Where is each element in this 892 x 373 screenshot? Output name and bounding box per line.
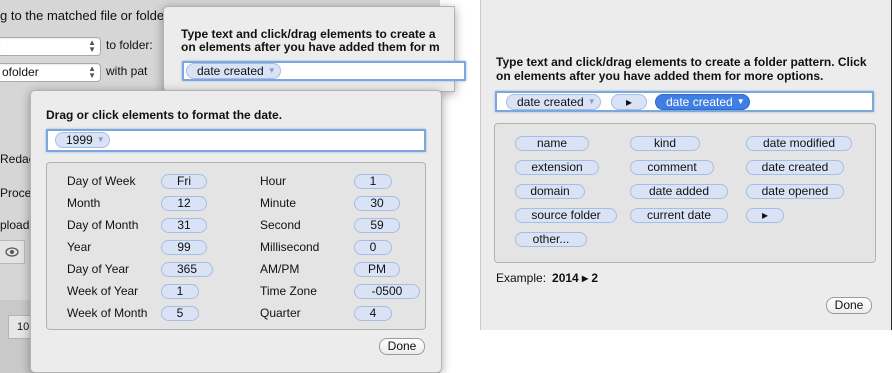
done-button[interactable]: Done — [826, 297, 872, 314]
chip-date-opened[interactable]: date opened — [746, 184, 844, 199]
chevron-down-icon: ▼ — [267, 66, 276, 75]
date-token-field[interactable]: 1999 ▼ — [46, 129, 426, 152]
token-label: 1999 — [66, 133, 93, 147]
popover-title-line1: Type text and click/drag elements to cre… — [181, 27, 436, 41]
chip-separator[interactable]: ▸ — [746, 208, 784, 223]
label-day-of-month: Day of Month — [67, 218, 139, 232]
label-week-of-month: Week of Month — [67, 306, 148, 320]
chip-second[interactable]: 59 — [354, 218, 400, 233]
chevron-down-icon: ▼ — [587, 97, 596, 106]
chip-date-created[interactable]: date created — [746, 160, 844, 175]
to-folder-label: to folder: — [106, 38, 153, 52]
chip-comment[interactable]: comment — [630, 160, 714, 175]
chip-quarter[interactable]: 4 — [354, 306, 392, 321]
example-label: Example: — [496, 271, 547, 285]
token-date-created-1[interactable]: date created ▼ — [506, 94, 601, 110]
label-millisecond: Millisecond — [260, 240, 320, 254]
token-label: date created — [517, 95, 584, 109]
chip-week-of-year[interactable]: 1 — [161, 284, 199, 299]
chip-source-folder[interactable]: source folder — [515, 208, 617, 223]
done-button[interactable]: Done — [379, 338, 425, 355]
preview-button[interactable] — [0, 240, 25, 264]
label-week-of-year: Week of Year — [67, 284, 139, 298]
chevron-down-icon: ▼ — [96, 135, 105, 144]
chip-day-of-year[interactable]: 365 — [161, 262, 213, 277]
chip-minute[interactable]: 30 — [354, 196, 400, 211]
chevron-down-icon: ▼ — [736, 97, 745, 106]
label-minute: Minute — [260, 196, 297, 210]
chip-time-zone[interactable]: -0500 — [354, 284, 420, 299]
popover-title-line2: on elements after you have added them fo… — [181, 40, 440, 54]
chip-week-of-month[interactable]: 5 — [161, 306, 199, 321]
label-quarter: Quarter — [260, 306, 301, 320]
chip-name[interactable]: name — [515, 136, 589, 151]
stepper-icon: ▲ ▼ — [88, 38, 96, 54]
chip-date-modified[interactable]: date modified — [746, 136, 852, 151]
example-line: Example: 2014 ▸ 2 — [496, 271, 598, 285]
folder-popover-title-line2: on elements after you have added them fo… — [496, 69, 824, 83]
token-date-created[interactable]: date created ▼ — [186, 63, 281, 79]
pattern-token-field[interactable]: date created ▼ — [182, 61, 466, 81]
chip-day-of-week[interactable]: Fri — [161, 174, 207, 189]
folder-combo-value: ofolder — [2, 65, 39, 79]
folder-pattern-token-field[interactable]: date created ▼ ▸ date created ▼ — [495, 91, 874, 112]
chip-domain[interactable]: domain — [515, 184, 585, 199]
chip-hour[interactable]: 1 — [354, 174, 392, 189]
chip-year[interactable]: 99 — [161, 240, 207, 255]
label-second: Second — [260, 218, 301, 232]
folder-popover-title-line1: Type text and click/drag elements to cre… — [496, 55, 867, 69]
chip-extension[interactable]: extension — [515, 160, 599, 175]
chip-kind[interactable]: kind — [630, 136, 700, 151]
action-combo-box[interactable]: ▲ ▼ — [0, 37, 101, 56]
example-value: 2014 ▸ 2 — [552, 271, 599, 285]
chip-month[interactable]: 12 — [161, 196, 207, 211]
chip-current-date[interactable]: current date — [630, 208, 728, 223]
side-label-upload: pload — [0, 218, 30, 232]
token-label: date created — [197, 64, 264, 78]
date-format-popover: Drag or click elements to format the dat… — [30, 90, 442, 373]
stepper-icon: ▲ ▼ — [88, 64, 96, 80]
token-label: date created — [666, 95, 733, 109]
chip-date-added[interactable]: date added — [630, 184, 728, 199]
date-elements-panel: Day of Week Fri Month 12 Day of Month 31… — [46, 162, 426, 330]
folder-elements-panel: name kind date modified extension commen… — [494, 123, 876, 263]
token-year[interactable]: 1999 ▼ — [55, 132, 110, 148]
chip-other[interactable]: other... — [515, 232, 587, 247]
label-month: Month — [67, 196, 101, 210]
label-day-of-year: Day of Year — [67, 262, 130, 276]
label-time-zone: Time Zone — [260, 284, 317, 298]
rule-description-text: g to the matched file or folder — [0, 8, 169, 23]
chip-am-pm[interactable]: PM — [354, 262, 400, 277]
token-separator[interactable]: ▸ — [611, 94, 647, 110]
triangle-right-icon: ▸ — [625, 95, 633, 109]
with-pattern-label: with pat — [106, 64, 148, 78]
date-popover-title: Drag or click elements to format the dat… — [46, 108, 283, 122]
label-hour: Hour — [260, 174, 287, 188]
label-year: Year — [67, 240, 92, 254]
folder-pattern-popover: Type text and click/drag elements to cre… — [480, 0, 892, 330]
chip-millisecond[interactable]: 0 — [354, 240, 392, 255]
folder-pattern-popover-partial: Type text and click/drag elements to cre… — [163, 6, 466, 92]
folder-combo-box[interactable]: ofolder ▲ ▼ — [0, 63, 101, 82]
label-am-pm: AM/PM — [260, 262, 300, 276]
label-day-of-week: Day of Week — [67, 174, 136, 188]
token-date-created-selected[interactable]: date created ▼ — [655, 94, 750, 110]
chip-day-of-month[interactable]: 31 — [161, 218, 207, 233]
eye-icon — [5, 247, 19, 257]
